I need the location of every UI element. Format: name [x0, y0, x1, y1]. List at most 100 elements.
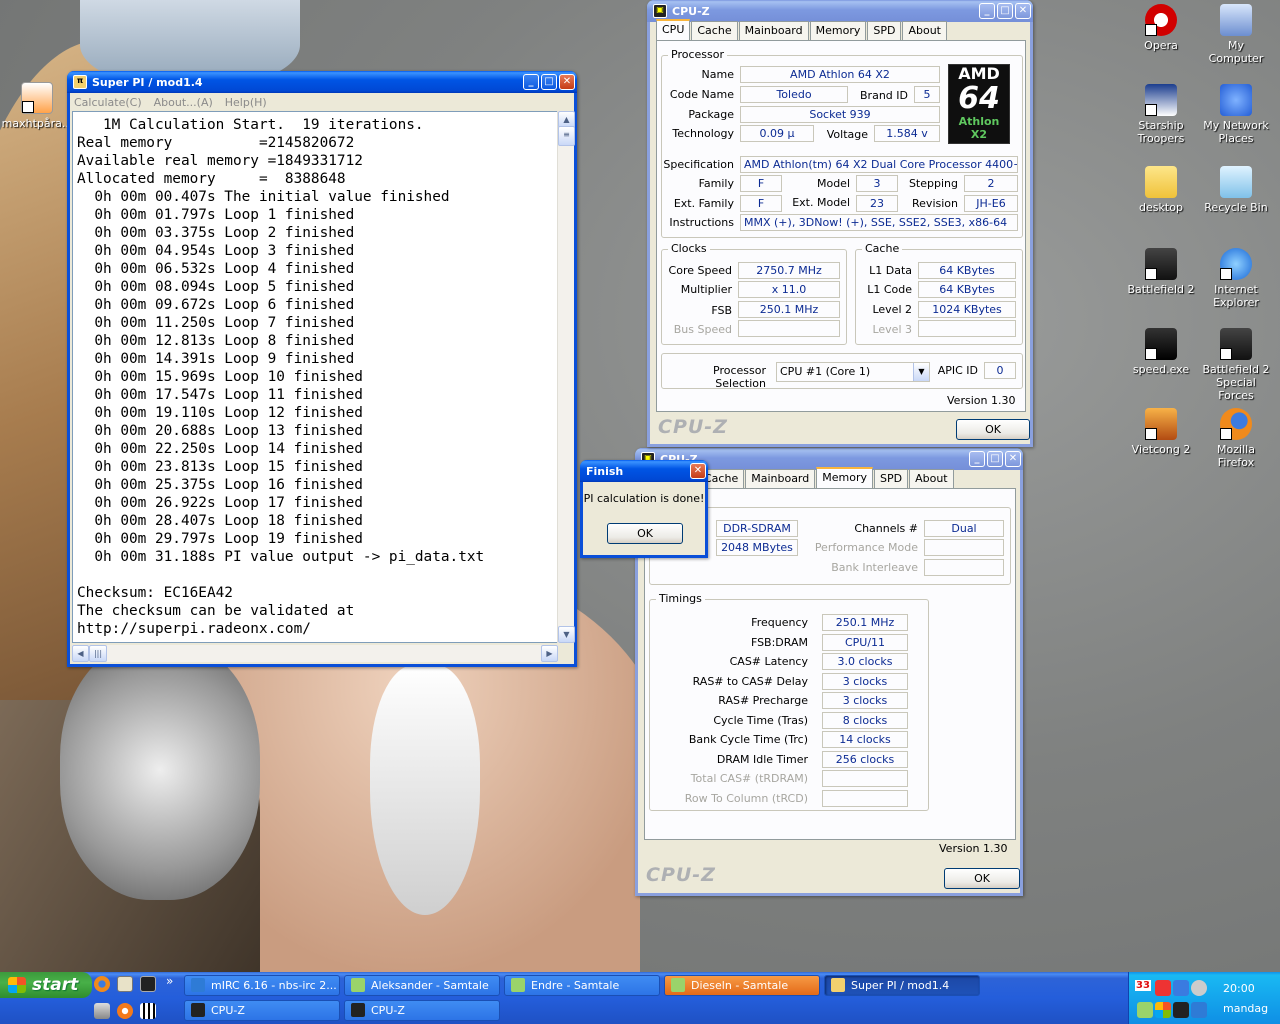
tray-cpuz-icon[interactable] [1173, 1002, 1189, 1018]
finish-titlebar[interactable]: Finish ✕ [580, 460, 708, 482]
tab-cpu[interactable]: CPU [656, 19, 691, 40]
quicklaunch-chevron[interactable]: » [166, 974, 173, 988]
cpuz2-ok-button[interactable]: OK [944, 868, 1020, 889]
tab-mainboard[interactable]: Mainboard [738, 21, 809, 40]
stepping-label: Stepping [908, 177, 958, 190]
chevron-down-icon[interactable]: ▼ [913, 363, 929, 381]
desktop-icon-opera[interactable]: Opera [1124, 4, 1198, 52]
tray-badge[interactable]: 33 [1135, 980, 1151, 991]
desktop-icon-mozilla-firefox[interactable]: Mozilla Firefox [1199, 408, 1273, 469]
minimize-button[interactable]: _ [979, 3, 995, 19]
close-button[interactable]: ✕ [559, 74, 575, 90]
tab-memory[interactable]: Memory [809, 21, 867, 40]
starship-troopers-icon [1145, 84, 1177, 116]
timing-value [822, 789, 908, 807]
menu-about[interactable]: About...(A) [154, 96, 213, 109]
clocks-group-label: Clocks [668, 242, 710, 255]
folder-icon [1145, 166, 1177, 198]
firefox-quicklaunch-icon[interactable] [94, 976, 110, 992]
desktop-icon-vietcong-2[interactable]: Vietcong 2 [1124, 408, 1198, 456]
media-quicklaunch-icon[interactable] [117, 1003, 133, 1019]
maximize-button[interactable]: □ [541, 74, 557, 90]
scroll-right-arrow-icon[interactable]: ▶ [541, 645, 558, 662]
scroll-thumb[interactable]: ≡ [558, 126, 575, 146]
l1code-label: L1 Code [867, 283, 912, 296]
close-button[interactable]: ✕ [690, 463, 706, 479]
timing-value: 8 clocks [822, 711, 908, 729]
processor-selection-dropdown[interactable]: CPU #1 (Core 1) ▼ [776, 362, 930, 382]
desktop-icon-image-file[interactable]: maxhtpåra... [0, 82, 74, 130]
desktop-quicklaunch-icon[interactable] [94, 1003, 110, 1019]
cpuz1-ok-button[interactable]: OK [956, 419, 1030, 440]
tab-about[interactable]: About [902, 21, 947, 40]
tab-cache[interactable]: Cache [691, 21, 738, 40]
taskbar-item-aleksander[interactable]: Aleksander - Samtale [344, 975, 500, 996]
tab-about[interactable]: About [909, 469, 954, 488]
maximize-button[interactable]: □ [987, 451, 1003, 467]
timing-value [822, 770, 908, 787]
brandid-label: Brand ID [860, 89, 908, 102]
hscroll-thumb[interactable]: ||| [89, 645, 107, 662]
cpuz-quicklaunch-icon[interactable] [140, 976, 156, 992]
taskbar-item-cpuz-1[interactable]: CPU-Z [184, 1000, 340, 1021]
maximize-button[interactable]: □ [997, 3, 1013, 19]
clock-time[interactable]: 20:00 [1223, 982, 1255, 995]
close-button[interactable]: ✕ [1005, 451, 1021, 467]
tab-spd[interactable]: SPD [867, 21, 902, 40]
output-line: Available real memory =1849331712 [77, 153, 363, 169]
menu-help[interactable]: Help(H) [225, 96, 267, 109]
taskbar-item-superpi[interactable]: Super PI / mod1.4 [824, 975, 980, 996]
recycle-bin-icon [1220, 166, 1252, 198]
output-line: 0h 00m 22.250s Loop 14 finished [77, 441, 363, 457]
bankinterleave-label: Bank Interleave [831, 561, 918, 574]
cache-group-label: Cache [862, 242, 903, 255]
timings-group-label: Timings [656, 592, 705, 605]
instructions-label: Instructions [669, 216, 734, 229]
superpi-titlebar[interactable]: π Super PI / mod1.4 _ □ ✕ [67, 71, 577, 93]
close-button[interactable]: ✕ [1015, 3, 1031, 19]
desktop-icon-recycle-bin[interactable]: Recycle Bin [1199, 166, 1273, 214]
fsb-value: 250.1 MHz [738, 301, 840, 318]
horizontal-scrollbar[interactable]: ◀ ||| ▶ [72, 645, 558, 662]
start-button[interactable]: start [0, 972, 92, 998]
finish-ok-button[interactable]: OK [607, 523, 683, 544]
tab-memory[interactable]: Memory [816, 467, 873, 488]
minimize-button[interactable]: _ [523, 74, 539, 90]
menu-calculate[interactable]: Calculate(C) [74, 96, 142, 109]
timing-label: RAS# Precharge [718, 694, 808, 707]
desktop-icon-starship-troopers[interactable]: Starship Troopers [1124, 84, 1198, 145]
tab-spd[interactable]: SPD [874, 469, 909, 488]
scroll-left-arrow-icon[interactable]: ◀ [72, 645, 89, 662]
tray-messenger-icon[interactable] [1137, 1002, 1153, 1018]
taskbar-item-endre[interactable]: Endre - Samtale [504, 975, 660, 996]
minimize-button[interactable]: _ [969, 451, 985, 467]
taskbar-item-cpuz-2[interactable]: CPU-Z [344, 1000, 500, 1021]
desktop-icon-internet-explorer[interactable]: Internet Explorer [1199, 248, 1273, 309]
desktop-icon-battlefield-2-sf[interactable]: Battlefield 2 Special Forces [1199, 328, 1273, 402]
desktop-icon-desktop-folder[interactable]: desktop [1124, 166, 1198, 214]
tray-app-icon[interactable] [1155, 980, 1171, 996]
superpi-output-text[interactable]: 1M Calculation Start. 19 iterations. Real… [72, 111, 560, 643]
cpuz-icon [191, 1003, 205, 1017]
family-label: Family [698, 177, 734, 190]
revision-value: JH-E6 [964, 195, 1018, 212]
timings-group: Timings Frequency 250.1 MHz FSB:DRAM CPU/11… [649, 592, 929, 811]
tray-network-icon[interactable] [1173, 980, 1189, 996]
desktop-icon-my-network-places[interactable]: My Network Places [1199, 84, 1273, 145]
app-quicklaunch-icon[interactable] [140, 1003, 156, 1019]
tab-mainboard[interactable]: Mainboard [745, 469, 816, 488]
vertical-scrollbar[interactable]: ▲ ≡ ▼ [557, 111, 575, 643]
taskbar-item-mirc[interactable]: mIRC 6.16 - nbs-irc 2... [184, 975, 340, 996]
amd-athlon-x2-logo: AMD 64 Athlon X2 [948, 64, 1010, 144]
taskbar-item-dieseln[interactable]: Dieseln - Samtale [664, 975, 820, 996]
desktop-icon-battlefield-2[interactable]: Battlefield 2 [1124, 248, 1198, 296]
notepad-quicklaunch-icon[interactable] [117, 976, 133, 992]
desktop-icon-my-computer[interactable]: My Computer [1199, 4, 1273, 65]
cpuz1-titlebar[interactable]: ▣ CPU-Z _ □ ✕ [647, 0, 1033, 22]
tray-mirc-icon[interactable] [1191, 1002, 1207, 1018]
desktop-icon-speed-exe[interactable]: speed.exe [1124, 328, 1198, 376]
scroll-down-arrow-icon[interactable]: ▼ [558, 626, 575, 643]
output-line: 0h 00m 06.532s Loop 4 finished [77, 261, 355, 277]
tray-volume-icon[interactable] [1191, 980, 1207, 996]
tray-windows-icon[interactable] [1155, 1002, 1171, 1018]
